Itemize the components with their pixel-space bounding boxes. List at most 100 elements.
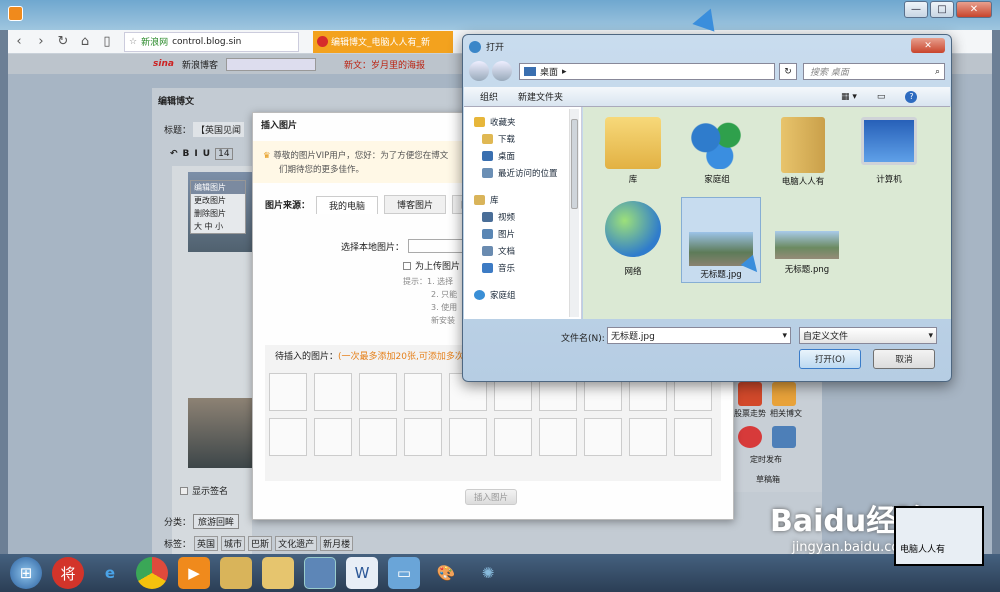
tree-scrollbar[interactable] [569, 109, 579, 317]
pinwheel-icon[interactable]: ✺ [472, 557, 504, 589]
view-icon[interactable]: ▦ ▾ [841, 92, 857, 102]
empty-slot[interactable] [269, 373, 307, 411]
media-player-icon[interactable]: ▶ [178, 557, 210, 589]
italic-button[interactable]: I [194, 149, 197, 159]
reader-icon[interactable]: ▯ [96, 31, 118, 53]
empty-slot[interactable] [494, 418, 532, 456]
explorer-icon[interactable] [220, 557, 252, 589]
empty-slot[interactable] [269, 418, 307, 456]
folder-icon[interactable] [262, 557, 294, 589]
bookmark-label[interactable]: 新浪网 [141, 35, 168, 48]
empty-slot[interactable] [314, 373, 352, 411]
related-posts-icon[interactable] [772, 382, 796, 406]
scrollbar-thumb[interactable] [571, 119, 578, 209]
ie-icon[interactable]: e [94, 557, 126, 589]
file-item-user-folder[interactable]: 电脑人人有 [763, 117, 843, 187]
remote-desktop-icon[interactable]: ▭ [388, 557, 420, 589]
weibo-share-icon[interactable] [738, 426, 762, 448]
minimize-button[interactable]: — [904, 1, 928, 18]
refresh-icon[interactable]: ↻ [779, 63, 797, 80]
tree-videos[interactable]: 视频 [464, 208, 581, 225]
tag-chip[interactable]: 新月楼 [320, 536, 354, 551]
empty-slot[interactable] [404, 373, 442, 411]
tab-my-computer[interactable]: 我的电脑 [316, 195, 379, 214]
undo-icon[interactable]: ↶ [170, 149, 178, 159]
file-type-select[interactable]: 自定义文件 ▾ [799, 327, 937, 344]
menu-edit-image[interactable]: 编辑图片 [191, 181, 245, 194]
file-item-library[interactable]: 库 [593, 117, 673, 185]
insert-image-button[interactable]: 插入图片 [465, 489, 517, 505]
title-input[interactable]: 【英国见闻 [193, 122, 245, 137]
empty-slot[interactable] [449, 418, 487, 456]
empty-slot[interactable] [629, 418, 667, 456]
file-input[interactable] [408, 239, 469, 253]
forward-icon[interactable]: › [30, 31, 52, 53]
url-text[interactable]: control.blog.sin [172, 37, 241, 47]
forward-nav-icon[interactable] [492, 61, 512, 81]
file-item-png[interactable]: 无标题.png [767, 231, 847, 275]
empty-slot[interactable] [584, 418, 622, 456]
photo-thumb-bottom[interactable] [188, 398, 252, 468]
windows-start-icon[interactable]: ⊞ [10, 557, 42, 589]
tree-desktop[interactable]: 桌面 [464, 147, 581, 164]
close-button[interactable]: ✕ [956, 1, 992, 18]
schedule-icon[interactable] [772, 426, 796, 448]
tag-chip[interactable]: 城市 [221, 536, 246, 551]
back-nav-icon[interactable] [469, 61, 489, 81]
search-box[interactable]: 搜索 桌面 ⌕ [803, 63, 945, 80]
empty-slot[interactable] [359, 418, 397, 456]
tree-favorites[interactable]: 收藏夹 [464, 113, 581, 130]
stock-trend-label[interactable]: 股票走势 [734, 408, 766, 419]
file-item-homegroup[interactable]: 家庭组 [677, 117, 757, 185]
chrome-icon[interactable] [136, 557, 168, 589]
location-bar[interactable]: 桌面 ▸ [519, 63, 775, 80]
dialog-close-button[interactable]: ✕ [911, 38, 945, 53]
schedule-publish-label[interactable]: 定时发布 [750, 454, 782, 465]
tree-homegroup[interactable]: 家庭组 [464, 286, 581, 303]
editor-content[interactable]: 编辑图片 更改图片 删除图片 大 中 小 [172, 166, 252, 556]
bold-button[interactable]: B [183, 149, 190, 159]
cancel-button[interactable]: 取消 [873, 349, 935, 369]
menu-delete-image[interactable]: 删除图片 [191, 207, 245, 220]
show-sig-checkbox[interactable] [180, 486, 188, 495]
tree-pictures[interactable]: 图片 [464, 225, 581, 242]
tag-chip[interactable]: 英国 [194, 536, 219, 551]
word-icon[interactable]: W [346, 557, 378, 589]
preview-pane-icon[interactable]: ▭ [877, 92, 886, 102]
file-item-network[interactable]: 网络 [593, 201, 673, 277]
menu-change-image[interactable]: 更改图片 [191, 194, 245, 207]
sina-marquee[interactable]: 新文：岁月里的海报 [344, 58, 425, 71]
qq-browser-icon[interactable] [304, 557, 336, 589]
empty-slot[interactable] [359, 373, 397, 411]
active-tab[interactable]: 编辑博文_电脑人人有_新 [313, 30, 453, 53]
empty-slot[interactable] [539, 418, 577, 456]
underline-button[interactable]: U [203, 149, 210, 159]
tree-library[interactable]: 库 [464, 191, 581, 208]
filename-input[interactable]: 无标题.jpg ▾ [607, 327, 791, 344]
empty-slot[interactable] [404, 418, 442, 456]
stock-trend-icon[interactable] [738, 382, 762, 406]
tree-music[interactable]: 音乐 [464, 259, 581, 276]
tag-chip[interactable]: 文化遗产 [275, 536, 318, 551]
star-icon[interactable]: ☆ [129, 37, 137, 47]
category-select[interactable]: 旅游回眸 [193, 514, 240, 529]
tab-blog-images[interactable]: 博客图片 [384, 195, 447, 214]
watermark-checkbox[interactable] [403, 261, 411, 270]
open-button[interactable]: 打开(O) [799, 349, 861, 369]
address-bar[interactable]: ☆ 新浪网 control.blog.sin [124, 31, 299, 52]
organize-menu[interactable]: 组织 [480, 90, 498, 103]
home-icon[interactable]: ⌂ [74, 31, 96, 53]
empty-slot[interactable] [314, 418, 352, 456]
reload-icon[interactable]: ↻ [52, 31, 74, 53]
help-icon[interactable]: ? [905, 90, 918, 103]
sina-search[interactable] [225, 57, 316, 71]
tree-recent[interactable]: 最近访问的位置 [464, 164, 581, 181]
jiang-app-icon[interactable]: 将 [52, 557, 84, 589]
related-posts-label[interactable]: 相关博文 [770, 408, 802, 419]
tree-documents[interactable]: 文档 [464, 242, 581, 259]
paint-icon[interactable]: 🎨 [430, 557, 462, 589]
tag-chip[interactable]: 巴斯 [248, 536, 273, 551]
menu-size[interactable]: 大 中 小 [191, 220, 245, 233]
font-size-select[interactable]: 14 [215, 148, 233, 160]
maximize-button[interactable]: □ [930, 1, 954, 18]
